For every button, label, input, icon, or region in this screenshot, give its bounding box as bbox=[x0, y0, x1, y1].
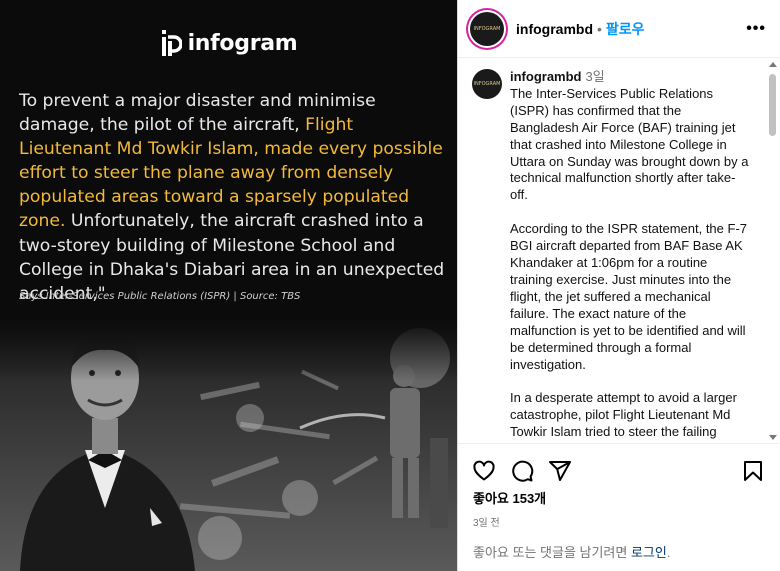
avatar-logo-text: INFOGRAM bbox=[473, 25, 501, 32]
post-header: INFOGRAM infogrambd • 팔로우 ••• bbox=[458, 0, 780, 58]
caption-scroll-area[interactable]: INFOGRAM infogrambd 3일 The Inter-Services… bbox=[458, 59, 779, 442]
brand-name: infogram bbox=[187, 30, 298, 56]
caption-username[interactable]: infogrambd bbox=[510, 69, 582, 84]
quote-text: To prevent a major disaster and minimise… bbox=[19, 89, 449, 306]
bookmark-icon[interactable] bbox=[741, 459, 765, 483]
crash-scene-photo bbox=[0, 318, 457, 571]
share-icon[interactable] bbox=[548, 459, 572, 483]
infogram-logo-icon bbox=[161, 30, 182, 56]
avatar-logo-text: INFOGRAM bbox=[473, 81, 501, 87]
caption-paragraph: According to the ISPR statement, the F-7… bbox=[510, 221, 748, 372]
login-prompt: 좋아요 또는 댓글을 남기려면 로그인. bbox=[473, 542, 670, 561]
scrollbar-thumb[interactable] bbox=[769, 74, 776, 136]
login-prompt-text: 좋아요 또는 댓글을 남기려면 bbox=[473, 545, 631, 560]
caption-paragraph: The Inter-Services Public Relations (ISP… bbox=[510, 85, 749, 203]
login-link[interactable]: 로그인 bbox=[631, 545, 667, 560]
quote-after: Unfortunately, the aircraft crashed into… bbox=[19, 211, 445, 304]
profile-avatar[interactable]: INFOGRAM bbox=[470, 11, 504, 46]
caption-body: infogrambd 3일 The Inter-Services Public R… bbox=[510, 69, 750, 442]
caption-time[interactable]: 3일 bbox=[586, 69, 605, 84]
caption-scrollbar[interactable] bbox=[767, 62, 778, 440]
header-separator: • bbox=[597, 20, 602, 37]
more-options-icon[interactable]: ••• bbox=[746, 20, 766, 38]
caption-paragraph: In a desperate attempt to avoid a larger… bbox=[510, 390, 737, 440]
post-sidebar: INFOGRAM infogrambd • 팔로우 ••• INFOGRAM i… bbox=[457, 0, 780, 571]
login-prompt-period: . bbox=[666, 545, 671, 560]
heart-icon[interactable] bbox=[472, 459, 496, 483]
caption: INFOGRAM infogrambd 3일 The Inter-Services… bbox=[458, 59, 779, 442]
post-modal: infogram To prevent a major disaster and… bbox=[0, 0, 780, 571]
source-credit: Says Inter-Services Public Relations (IS… bbox=[19, 291, 301, 302]
post-actions: 좋아요 153개 3일 전 좋아요 또는 댓글을 남기려면 로그인. bbox=[458, 443, 779, 568]
header-username[interactable]: infogrambd bbox=[516, 21, 593, 37]
like-count[interactable]: 좋아요 153개 bbox=[458, 488, 779, 507]
comment-icon[interactable] bbox=[510, 459, 534, 483]
scroll-up-arrow-icon[interactable] bbox=[769, 62, 777, 67]
brand-logo: infogram bbox=[0, 28, 457, 58]
action-icons bbox=[458, 444, 779, 486]
caption-avatar[interactable]: INFOGRAM bbox=[472, 69, 502, 99]
post-image: infogram To prevent a major disaster and… bbox=[0, 0, 457, 571]
post-date[interactable]: 3일 전 bbox=[458, 514, 779, 529]
scroll-down-arrow-icon[interactable] bbox=[769, 435, 777, 440]
follow-button[interactable]: 팔로우 bbox=[606, 19, 645, 39]
